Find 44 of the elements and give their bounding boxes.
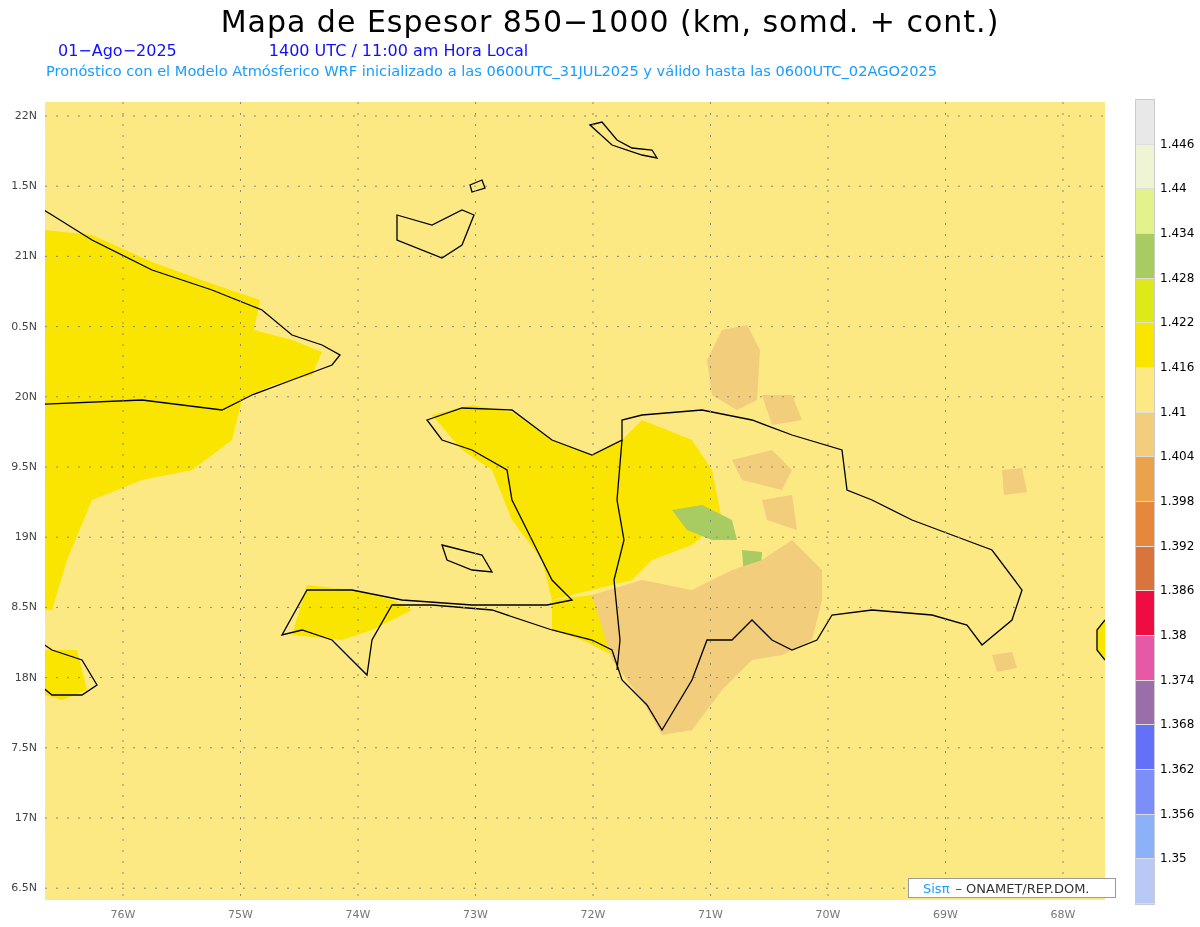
scale-value: 1.434 bbox=[1160, 225, 1195, 241]
latitude-label: 7.5N bbox=[11, 740, 37, 755]
longitude-label: 69W bbox=[932, 908, 959, 921]
scale-value: 1.356 bbox=[1160, 805, 1195, 822]
scale-value: 1.38 bbox=[1160, 627, 1187, 643]
latitude-label: 21N bbox=[14, 249, 37, 264]
longitude-label: 70W bbox=[814, 908, 842, 921]
scale-value: 1.446 bbox=[1160, 135, 1195, 152]
latitude-label: 1.5N bbox=[11, 179, 37, 194]
longitude-label: 74W bbox=[344, 908, 372, 921]
scale-value: 1.35 bbox=[1160, 850, 1187, 867]
credit-text: – ONAMET/REP.DOM. bbox=[955, 880, 1090, 896]
scale-value: 1.398 bbox=[1160, 493, 1195, 509]
scale-value: 1.428 bbox=[1160, 269, 1195, 286]
latitude-label: 20N bbox=[14, 389, 37, 404]
logo-text: Sisπ bbox=[923, 880, 950, 896]
scale-value: 1.416 bbox=[1160, 359, 1195, 375]
scale-value: 1.386 bbox=[1160, 582, 1195, 599]
latitude-label: 22N bbox=[14, 109, 37, 123]
scale-value: 1.368 bbox=[1160, 716, 1195, 733]
scale-value: 1.404 bbox=[1160, 448, 1195, 465]
latitude-label: 0.5N bbox=[11, 319, 37, 334]
latitude-label: 8.5N bbox=[11, 600, 37, 615]
scale-value: 1.41 bbox=[1160, 403, 1187, 420]
longitude-label: 76W bbox=[109, 908, 137, 921]
latitude-label: 19N bbox=[14, 530, 37, 545]
scale-value: 1.392 bbox=[1160, 537, 1195, 554]
scale-value: 1.374 bbox=[1160, 671, 1195, 688]
forecast-description: Pronóstico con el Modelo Atmósferico WRF inicializado a las 0600UTC_31JUL2025 y válido hasta las 0600UTC_02AGO2025 bbox=[45, 61, 939, 81]
map-title: Mapa de Espesor 850−1000 (km, somd. + cont.) bbox=[219, 3, 1001, 41]
longitude-label: 71W bbox=[697, 908, 724, 921]
latitude-label: 17N bbox=[14, 811, 37, 825]
longitude-label: 73W bbox=[462, 908, 489, 921]
latitude-label: 9.5N bbox=[11, 460, 37, 474]
scale-value: 1.362 bbox=[1160, 761, 1195, 777]
longitude-label: 72W bbox=[579, 908, 607, 921]
latitude-label: 18N bbox=[14, 670, 37, 685]
date-label: 01−Ago−2025 bbox=[58, 41, 177, 61]
time-label: 1400 UTC / 11:00 am Hora Local bbox=[268, 41, 529, 61]
scale-value: 1.422 bbox=[1160, 314, 1195, 331]
longitude-label: 75W bbox=[227, 908, 254, 921]
longitude-label: 68W bbox=[1049, 908, 1077, 921]
latitude-label: 6.5N bbox=[11, 881, 37, 896]
scale-value: 1.44 bbox=[1160, 180, 1187, 197]
